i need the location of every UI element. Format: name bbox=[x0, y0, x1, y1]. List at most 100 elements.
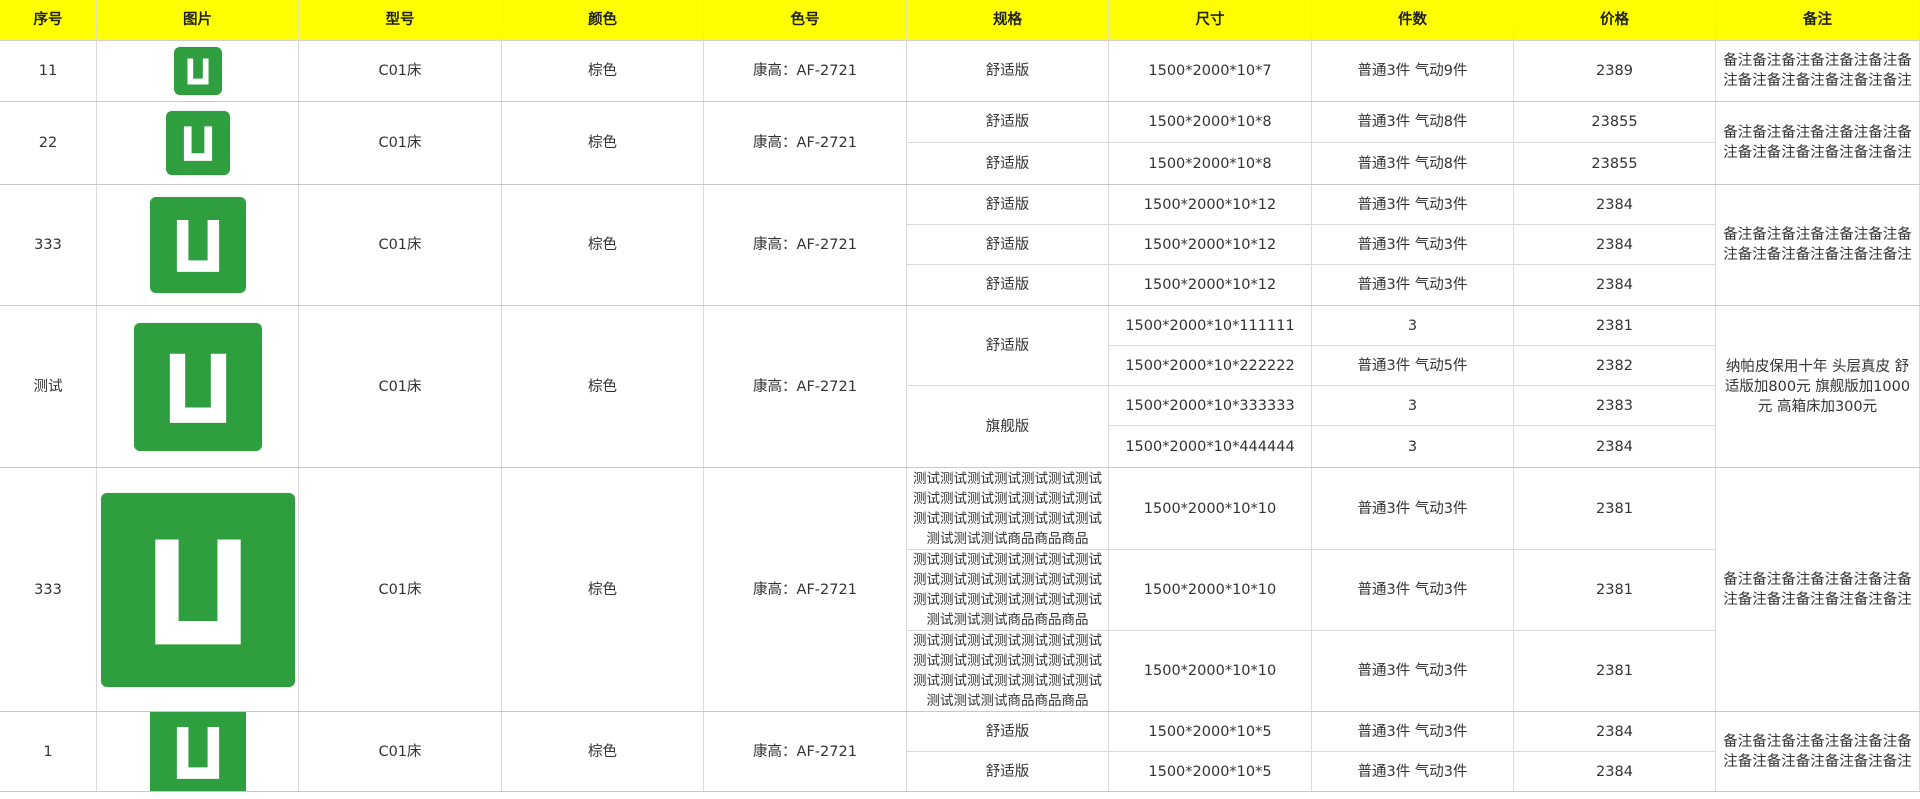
green-square-u-icon bbox=[149, 197, 246, 293]
group-divider bbox=[0, 791, 1920, 792]
spec-cell: 舒适版 bbox=[907, 265, 1109, 306]
size-cell: 1500*2000*10*12 bbox=[1109, 185, 1312, 225]
pieces-cell: 3 bbox=[1312, 306, 1514, 346]
price-cell: 2381 bbox=[1514, 468, 1716, 550]
size-cell: 1500*2000*10*10 bbox=[1109, 550, 1312, 631]
product-image-cell bbox=[97, 468, 299, 712]
header-no: 序号 bbox=[0, 0, 97, 41]
size-cell: 1500*2000*10*333333 bbox=[1109, 386, 1312, 426]
size-cell: 1500*2000*10*10 bbox=[1109, 468, 1312, 550]
size-cell: 1500*2000*10*10 bbox=[1109, 631, 1312, 712]
green-square-u-icon bbox=[133, 322, 262, 451]
remark-cell: 纳帕皮保用十年 头层真皮 舒适版加800元 旗舰版加1000元 高箱床加300元 bbox=[1716, 306, 1920, 468]
price-cell: 2381 bbox=[1514, 631, 1716, 712]
remark-cell: 备注备注备注备注备注备注备注备注备注备注备注备注备注 bbox=[1716, 41, 1920, 102]
size-cell: 1500*2000*10*444444 bbox=[1109, 426, 1312, 468]
spec-cell: 舒适版 bbox=[907, 225, 1109, 265]
row-number: 11 bbox=[0, 41, 97, 102]
size-cell: 1500*2000*10*111111 bbox=[1109, 306, 1312, 346]
remark-cell: 备注备注备注备注备注备注备注备注备注备注备注备注备注 bbox=[1716, 102, 1920, 185]
green-square-u-icon bbox=[149, 712, 246, 791]
pieces-cell: 3 bbox=[1312, 386, 1514, 426]
remark-cell: 备注备注备注备注备注备注备注备注备注备注备注备注备注 bbox=[1716, 468, 1920, 712]
header-image: 图片 bbox=[97, 0, 299, 41]
pieces-cell: 普通3件 气动3件 bbox=[1312, 712, 1514, 752]
spec-cell: 舒适版 bbox=[907, 752, 1109, 792]
color-cell: 棕色 bbox=[502, 468, 704, 712]
spec-cell: 舒适版 bbox=[907, 306, 1109, 386]
spec-cell: 测试测试测试测试测试测试测试测试测试测试测试测试测试测试测试测试测试测试测试测试… bbox=[907, 550, 1109, 631]
green-square-u-icon bbox=[165, 111, 230, 175]
spec-cell: 旗舰版 bbox=[907, 386, 1109, 468]
header-remark: 备注 bbox=[1716, 0, 1920, 41]
size-cell: 1500*2000*10*7 bbox=[1109, 41, 1312, 102]
pieces-cell: 普通3件 气动5件 bbox=[1312, 346, 1514, 386]
header-model: 型号 bbox=[299, 0, 502, 41]
pieces-cell: 普通3件 气动9件 bbox=[1312, 41, 1514, 102]
model-cell: C01床 bbox=[299, 468, 502, 712]
color-code-cell: 康高：AF-2721 bbox=[704, 306, 907, 468]
pieces-cell: 普通3件 气动8件 bbox=[1312, 143, 1514, 185]
price-cell: 2382 bbox=[1514, 346, 1716, 386]
color-code-cell: 康高：AF-2721 bbox=[704, 102, 907, 185]
model-cell: C01床 bbox=[299, 102, 502, 185]
remark-cell: 备注备注备注备注备注备注备注备注备注备注备注备注备注 bbox=[1716, 185, 1920, 306]
pieces-cell: 普通3件 气动3件 bbox=[1312, 265, 1514, 306]
product-image-cell bbox=[97, 102, 299, 185]
price-cell: 23855 bbox=[1514, 143, 1716, 185]
pieces-cell: 普通3件 气动8件 bbox=[1312, 102, 1514, 143]
row-number: 22 bbox=[0, 102, 97, 185]
header-spec: 规格 bbox=[907, 0, 1109, 41]
spec-cell: 舒适版 bbox=[907, 41, 1109, 102]
product-image-cell bbox=[97, 712, 299, 792]
color-cell: 棕色 bbox=[502, 41, 704, 102]
green-square-u-icon bbox=[100, 492, 295, 687]
row-number: 1 bbox=[0, 712, 97, 792]
size-cell: 1500*2000*10*5 bbox=[1109, 712, 1312, 752]
color-cell: 棕色 bbox=[502, 712, 704, 792]
price-cell: 2383 bbox=[1514, 386, 1716, 426]
size-cell: 1500*2000*10*12 bbox=[1109, 225, 1312, 265]
model-cell: C01床 bbox=[299, 712, 502, 792]
header-color-code: 色号 bbox=[704, 0, 907, 41]
price-cell: 2381 bbox=[1514, 550, 1716, 631]
pieces-cell: 普通3件 气动3件 bbox=[1312, 752, 1514, 792]
size-cell: 1500*2000*10*5 bbox=[1109, 752, 1312, 792]
color-code-cell: 康高：AF-2721 bbox=[704, 185, 907, 306]
color-cell: 棕色 bbox=[502, 102, 704, 185]
color-cell: 棕色 bbox=[502, 306, 704, 468]
spec-cell: 舒适版 bbox=[907, 102, 1109, 143]
pieces-cell: 3 bbox=[1312, 426, 1514, 468]
price-cell: 23855 bbox=[1514, 102, 1716, 143]
spec-cell: 舒适版 bbox=[907, 185, 1109, 225]
model-cell: C01床 bbox=[299, 306, 502, 468]
price-table: 序号 图片 型号 颜色 色号 规格 尺寸 件数 价格 备注 11 C01床 棕色 康高… bbox=[0, 0, 1920, 799]
product-image-cell bbox=[97, 306, 299, 468]
size-cell: 1500*2000*10*12 bbox=[1109, 265, 1312, 306]
price-cell: 2389 bbox=[1514, 41, 1716, 102]
remark-cell: 备注备注备注备注备注备注备注备注备注备注备注备注备注 bbox=[1716, 712, 1920, 792]
price-cell: 2381 bbox=[1514, 306, 1716, 346]
pieces-cell: 普通3件 气动3件 bbox=[1312, 631, 1514, 712]
price-cell: 2384 bbox=[1514, 426, 1716, 468]
size-cell: 1500*2000*10*8 bbox=[1109, 143, 1312, 185]
header-size: 尺寸 bbox=[1109, 0, 1312, 41]
spec-cell: 舒适版 bbox=[907, 712, 1109, 752]
spec-cell: 测试测试测试测试测试测试测试测试测试测试测试测试测试测试测试测试测试测试测试测试… bbox=[907, 468, 1109, 550]
price-cell: 2384 bbox=[1514, 752, 1716, 792]
price-cell: 2384 bbox=[1514, 712, 1716, 752]
green-square-u-icon bbox=[173, 47, 222, 95]
spec-cell: 舒适版 bbox=[907, 143, 1109, 185]
header-pieces: 件数 bbox=[1312, 0, 1514, 41]
header-price: 价格 bbox=[1514, 0, 1716, 41]
color-cell: 棕色 bbox=[502, 185, 704, 306]
size-cell: 1500*2000*10*8 bbox=[1109, 102, 1312, 143]
price-cell: 2384 bbox=[1514, 225, 1716, 265]
color-code-cell: 康高：AF-2721 bbox=[704, 712, 907, 792]
color-code-cell: 康高：AF-2721 bbox=[704, 41, 907, 102]
row-number: 333 bbox=[0, 185, 97, 306]
spec-cell: 测试测试测试测试测试测试测试测试测试测试测试测试测试测试测试测试测试测试测试测试… bbox=[907, 631, 1109, 712]
color-code-cell: 康高：AF-2721 bbox=[704, 468, 907, 712]
price-cell: 2384 bbox=[1514, 185, 1716, 225]
row-number: 333 bbox=[0, 468, 97, 712]
